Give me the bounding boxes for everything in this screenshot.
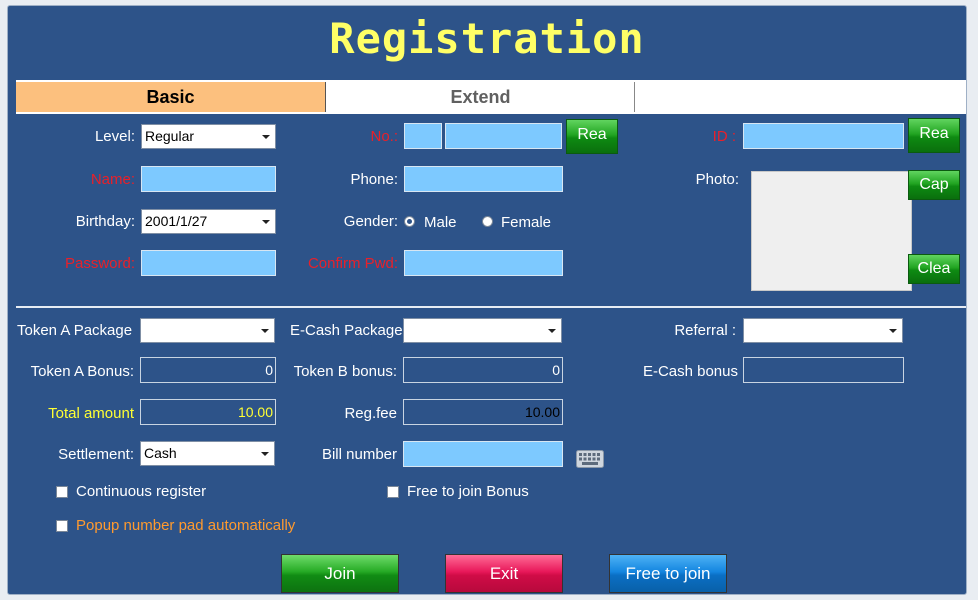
- join-button[interactable]: Join: [281, 554, 399, 593]
- chevron-down-icon: [261, 452, 269, 456]
- free-to-join-button[interactable]: Free to join: [609, 554, 727, 593]
- tab-basic[interactable]: Basic: [16, 82, 326, 112]
- no-read-button[interactable]: Rea: [566, 119, 618, 154]
- photo-preview: [751, 171, 912, 291]
- gender-female-radio[interactable]: [482, 216, 493, 227]
- ecash-package-select[interactable]: [403, 318, 562, 343]
- bill-number-label: Bill number: [321, 446, 397, 463]
- gender-label: Gender:: [343, 213, 398, 230]
- continuous-register-checkbox[interactable]: [56, 486, 68, 498]
- registration-window: Registration Basic Extend Level: Regular…: [7, 5, 967, 595]
- ecash-package-label: E-Cash Package: [290, 322, 403, 339]
- id-input[interactable]: [743, 123, 904, 149]
- no-label: No.:: [370, 128, 398, 145]
- gender-female-label: Female: [501, 214, 552, 231]
- level-label: Level:: [94, 128, 135, 145]
- popup-number-pad-checkbox[interactable]: [56, 520, 68, 532]
- token-a-bonus-label: Token A Bonus:: [30, 363, 134, 380]
- page-title: Registration: [329, 14, 645, 63]
- total-amount-field: 10.00: [140, 399, 276, 425]
- token-a-bonus-field: 0: [140, 357, 276, 383]
- name-input[interactable]: [141, 166, 276, 192]
- photo-label: Photo:: [695, 171, 739, 188]
- phone-input[interactable]: [404, 166, 563, 192]
- popup-number-pad-label: Popup number pad automatically: [76, 517, 296, 534]
- capture-button[interactable]: Cap: [908, 170, 960, 200]
- free-to-join-bonus-checkbox[interactable]: [387, 486, 399, 498]
- confirm-pwd-label: Confirm Pwd:: [307, 255, 398, 272]
- password-input[interactable]: [141, 250, 276, 276]
- keyboard-icon[interactable]: [576, 450, 604, 468]
- gender-male-label: Male: [424, 214, 457, 231]
- birthday-picker[interactable]: 2001/1/27: [141, 209, 276, 234]
- total-amount-label: Total amount: [48, 405, 134, 422]
- token-b-bonus-label: Token B bonus:: [293, 363, 397, 380]
- gender-male-radio[interactable]: [404, 216, 415, 227]
- clear-button[interactable]: Clea: [908, 254, 960, 284]
- token-b-bonus-field: 0: [403, 357, 563, 383]
- chevron-down-icon: [548, 329, 556, 333]
- settlement-select[interactable]: Cash: [140, 441, 275, 466]
- level-select[interactable]: Regular: [141, 124, 276, 149]
- name-label: Name:: [90, 171, 135, 188]
- chevron-down-icon: [262, 220, 270, 224]
- reg-fee-label: Reg.fee: [344, 405, 397, 422]
- ecash-bonus-field: [743, 357, 904, 383]
- ecash-bonus-label: E-Cash bonus: [642, 363, 738, 380]
- phone-label: Phone:: [350, 171, 398, 188]
- birthday-label: Birthday:: [75, 213, 135, 230]
- exit-button[interactable]: Exit: [445, 554, 563, 593]
- id-read-button[interactable]: Rea: [908, 118, 960, 153]
- referral-select[interactable]: [743, 318, 903, 343]
- token-a-package-select[interactable]: [140, 318, 275, 343]
- referral-label: Referral :: [674, 322, 736, 339]
- settlement-value: Cash: [144, 445, 177, 461]
- password-label: Password:: [64, 255, 135, 272]
- chevron-down-icon: [889, 329, 897, 333]
- no-prefix-input[interactable]: [404, 123, 442, 149]
- chevron-down-icon: [262, 135, 270, 139]
- reg-fee-field: 10.00: [403, 399, 563, 425]
- tab-bar: Basic Extend: [16, 80, 966, 114]
- settlement-label: Settlement:: [58, 446, 134, 463]
- birthday-value: 2001/1/27: [145, 213, 208, 229]
- continuous-register-label: Continuous register: [76, 483, 207, 500]
- id-label: ID :: [712, 128, 736, 145]
- confirm-pwd-input[interactable]: [404, 250, 563, 276]
- free-to-join-bonus-label: Free to join Bonus: [407, 483, 529, 500]
- tab-extend[interactable]: Extend: [327, 82, 635, 112]
- chevron-down-icon: [261, 329, 269, 333]
- section-divider: [16, 306, 966, 308]
- bill-number-input[interactable]: [403, 441, 563, 467]
- level-value: Regular: [145, 128, 195, 144]
- token-a-package-label: Token A Package: [17, 322, 133, 339]
- no-input[interactable]: [445, 123, 562, 149]
